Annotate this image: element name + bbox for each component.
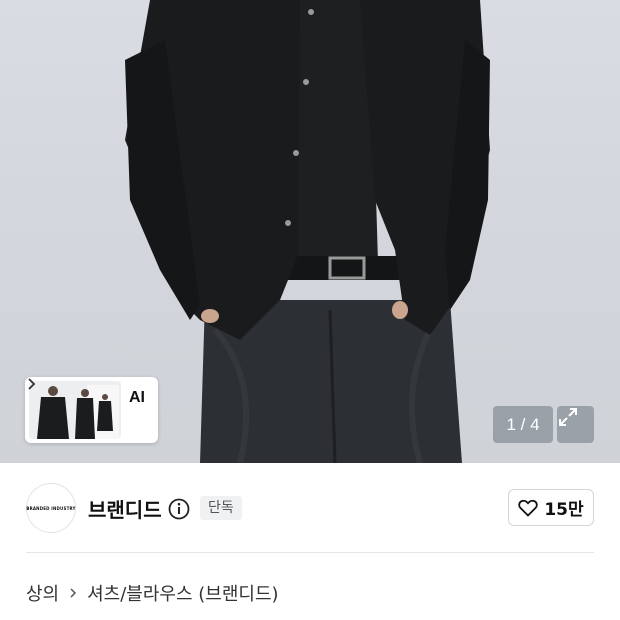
thumbnail-images [29, 381, 121, 439]
expand-button[interactable] [557, 406, 594, 443]
brand-row: BRANDED INDUSTRY 브랜디드 단독 15만 [0, 463, 620, 553]
ai-thumbnail-card[interactable]: AI [25, 377, 158, 443]
brand-name[interactable]: 브랜디드 [88, 494, 162, 523]
breadcrumb: 상의 셔츠/블라우스 (브랜디드) [26, 580, 279, 606]
like-button[interactable]: 15만 [508, 489, 594, 526]
heart-icon [518, 499, 539, 517]
chevron-right-icon [28, 378, 36, 390]
breadcrumb-level1[interactable]: 상의 [26, 580, 59, 606]
expand-icon [559, 408, 577, 426]
exclusive-badge: 단독 [200, 496, 242, 520]
product-image-gallery[interactable]: AI 1 / 4 [0, 0, 620, 463]
like-count: 15만 [544, 500, 584, 520]
divider [26, 552, 594, 553]
chevron-right-icon [70, 588, 77, 598]
ai-label: AI [129, 389, 145, 406]
breadcrumb-level2[interactable]: 셔츠/블라우스 (브랜디드) [87, 580, 278, 606]
image-counter: 1 / 4 [493, 406, 553, 443]
info-icon[interactable] [168, 498, 190, 520]
brand-logo[interactable]: BRANDED INDUSTRY [26, 483, 76, 533]
brand-logo-text: BRANDED INDUSTRY [26, 505, 76, 511]
